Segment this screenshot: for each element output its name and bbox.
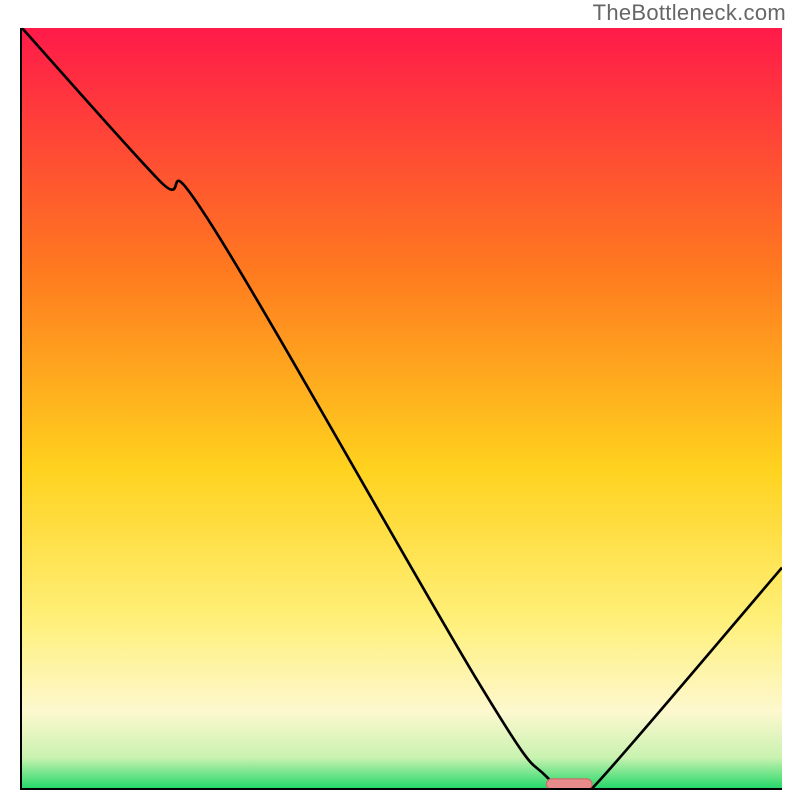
marker-layer bbox=[22, 28, 782, 788]
plot-area bbox=[20, 28, 782, 790]
chart-frame: TheBottleneck.com bbox=[0, 0, 800, 800]
watermark-text: TheBottleneck.com bbox=[593, 0, 786, 26]
plot-inner bbox=[22, 28, 782, 788]
optimum-marker bbox=[546, 779, 592, 788]
